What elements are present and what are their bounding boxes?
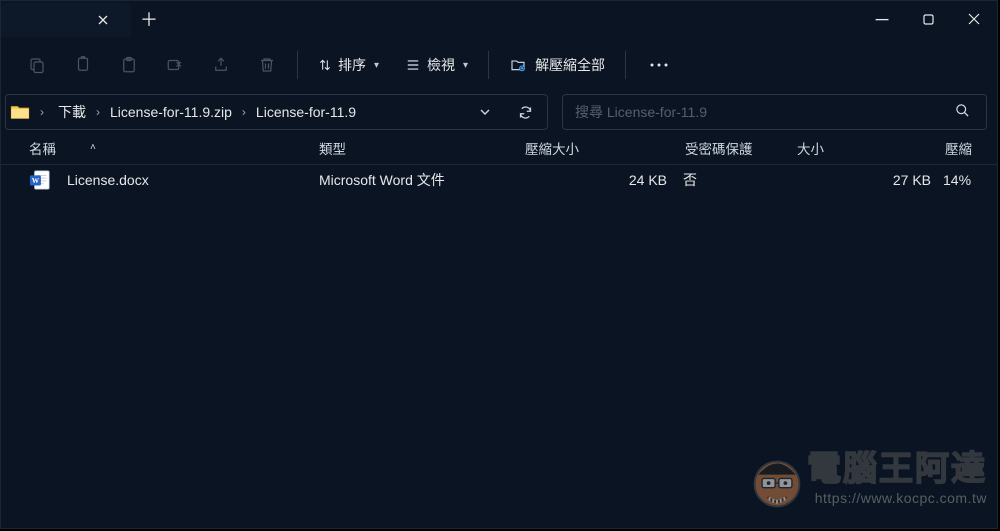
- watermark-url: https://www.kocpc.com.tw: [807, 490, 987, 506]
- col-name-label: 名稱: [29, 138, 56, 158]
- sort-ascending-icon: ˄: [90, 142, 96, 153]
- column-headers: 名稱 ˄ 類型 壓縮大小 受密碼保護 大小 壓縮: [1, 131, 997, 165]
- toolbar-divider: [297, 51, 298, 79]
- toolbar-divider: [488, 51, 489, 79]
- cut-button[interactable]: [19, 47, 55, 83]
- toolbar: 排序 ▾ 檢視 ▾ 解壓縮全部: [1, 37, 997, 93]
- file-name: License.docx: [67, 172, 319, 188]
- view-label: 檢視: [427, 55, 455, 75]
- tab-close-button[interactable]: [90, 7, 116, 33]
- view-button[interactable]: 檢視 ▾: [397, 47, 476, 83]
- chevron-down-icon: ▾: [463, 60, 468, 71]
- breadcrumb-segment[interactable]: 下載: [54, 98, 90, 126]
- file-explorer-window: ＋ ─: [0, 0, 998, 529]
- breadcrumb: 下載 › License-for-11.9.zip › License-for-…: [54, 98, 461, 126]
- chevron-down-icon: ▾: [374, 60, 379, 71]
- chevron-right-icon: ›: [240, 105, 248, 119]
- new-tab-button[interactable]: ＋: [131, 1, 167, 37]
- paste-button[interactable]: [111, 47, 147, 83]
- search-box[interactable]: [562, 94, 987, 130]
- column-header-name[interactable]: 名稱 ˄: [29, 138, 319, 158]
- column-header-compressed-size[interactable]: 壓縮大小: [525, 138, 685, 158]
- svg-text:W: W: [32, 176, 40, 185]
- titlebar: ＋ ─: [1, 1, 997, 37]
- minimize-button[interactable]: ─: [859, 1, 905, 37]
- more-options-button[interactable]: [638, 47, 680, 83]
- maximize-button[interactable]: [905, 1, 951, 37]
- file-protected: 否: [683, 170, 795, 190]
- share-button[interactable]: [203, 47, 239, 83]
- folder-icon: [10, 104, 30, 120]
- toolbar-divider: [625, 51, 626, 79]
- column-header-size[interactable]: 大小: [797, 138, 945, 158]
- file-ratio: 14%: [943, 172, 997, 188]
- chevron-right-icon: ›: [94, 105, 102, 119]
- refresh-button[interactable]: [509, 105, 541, 120]
- file-list: W License.docx Microsoft Word 文件 24 KB 否…: [1, 165, 997, 195]
- copy-button[interactable]: [65, 47, 101, 83]
- column-header-ratio[interactable]: 壓縮: [945, 138, 997, 158]
- extract-all-label: 解壓縮全部: [535, 55, 605, 75]
- watermark-cartoon-icon: [749, 456, 805, 512]
- breadcrumb-segment[interactable]: License-for-11.9: [252, 100, 360, 124]
- file-size: 27 KB: [795, 172, 943, 188]
- close-window-button[interactable]: [951, 1, 997, 37]
- chevron-right-icon: ›: [38, 105, 46, 119]
- file-row[interactable]: W License.docx Microsoft Word 文件 24 KB 否…: [1, 165, 997, 195]
- watermark: 電腦王阿達 https://www.kocpc.com.tw: [807, 441, 987, 506]
- watermark-text: 電腦王阿達: [807, 441, 987, 490]
- docx-file-icon: W: [29, 169, 51, 191]
- search-icon[interactable]: [948, 103, 976, 121]
- sort-button[interactable]: 排序 ▾: [310, 47, 387, 83]
- file-compressed-size: 24 KB: [523, 172, 683, 188]
- column-header-password-protected[interactable]: 受密碼保護: [685, 138, 797, 158]
- extract-all-button[interactable]: 解壓縮全部: [501, 47, 613, 83]
- delete-button[interactable]: [249, 47, 285, 83]
- sort-label: 排序: [338, 55, 366, 75]
- search-input[interactable]: [575, 104, 948, 120]
- window-controls: ─: [859, 1, 997, 37]
- rename-button[interactable]: [157, 47, 193, 83]
- address-bar[interactable]: › 下載 › License-for-11.9.zip › License-fo…: [5, 94, 548, 130]
- file-type: Microsoft Word 文件: [319, 170, 523, 190]
- breadcrumb-segment[interactable]: License-for-11.9.zip: [106, 100, 236, 124]
- column-header-type[interactable]: 類型: [319, 138, 525, 158]
- history-dropdown-button[interactable]: [469, 106, 501, 118]
- address-search-row: › 下載 › License-for-11.9.zip › License-fo…: [1, 93, 997, 131]
- tab-current[interactable]: [1, 3, 131, 37]
